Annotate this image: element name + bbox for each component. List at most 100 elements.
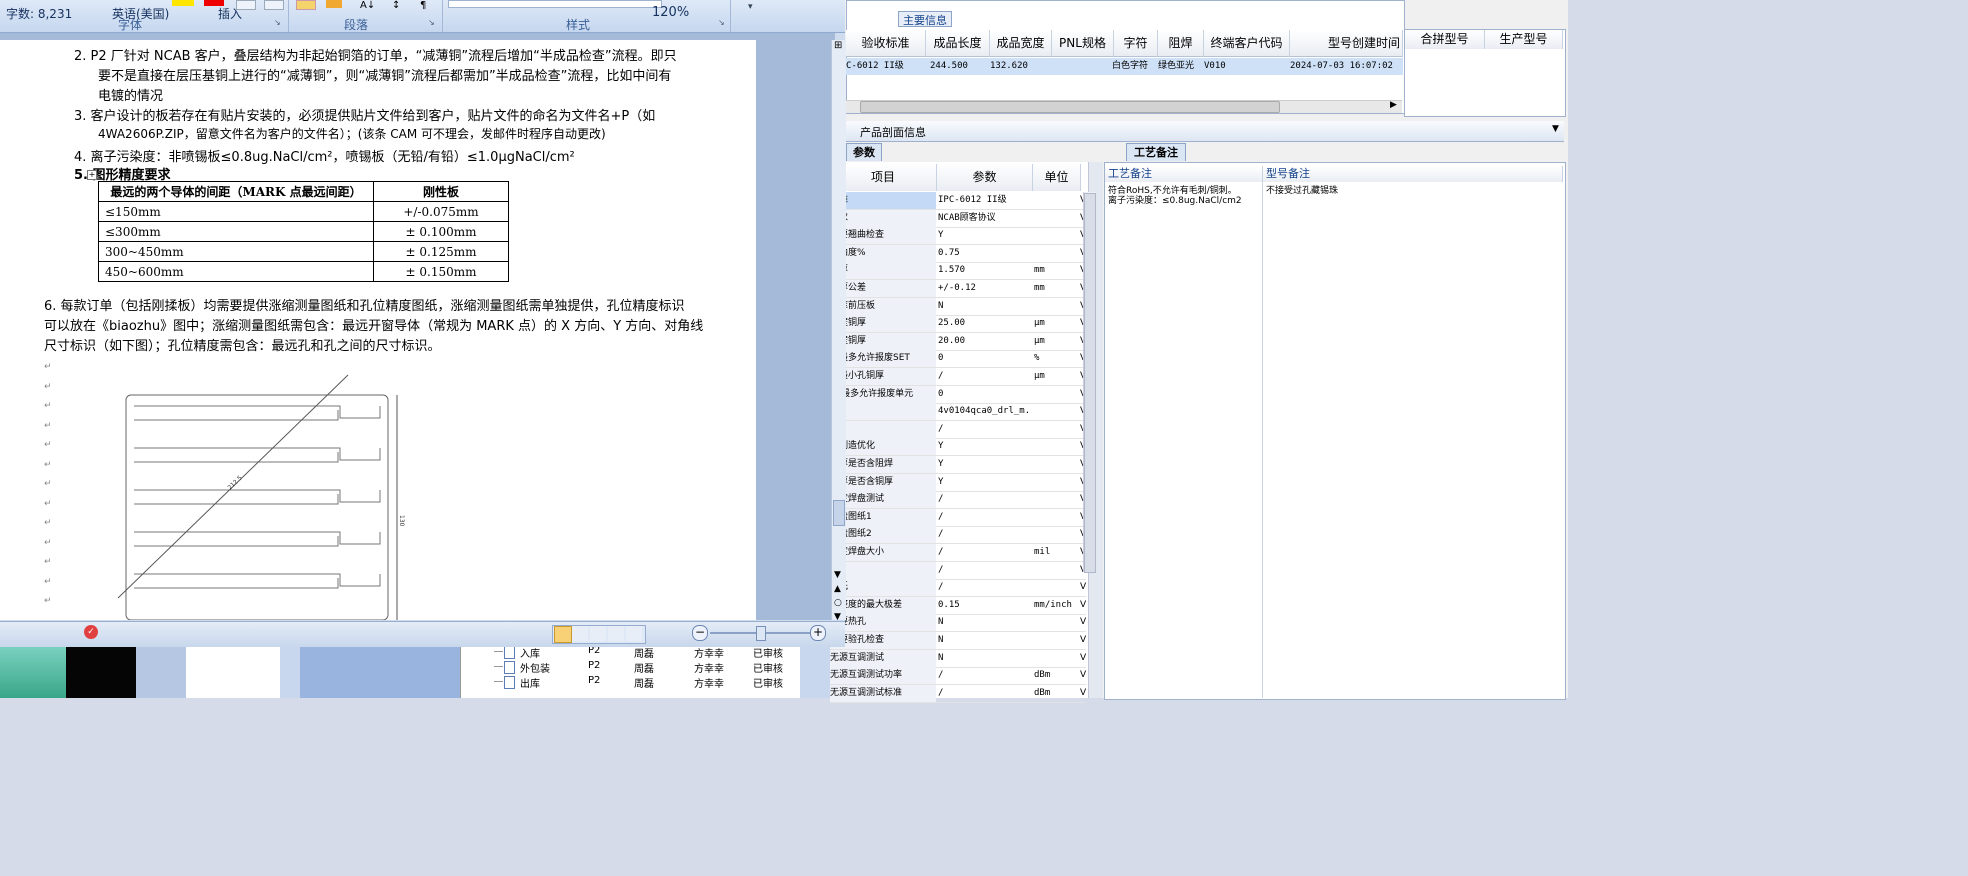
full-screen-icon[interactable]: [572, 626, 588, 641]
param-row[interactable]: 面/V: [830, 561, 1086, 580]
param-row[interactable]: 板厚是否含阻焊YV: [830, 456, 1086, 474]
param-row[interactable]: 板厚1.570mmV: [830, 262, 1086, 281]
table-move-handle-icon[interactable]: +: [87, 170, 97, 180]
craft-notes-col: 工艺备注: [1105, 166, 1263, 182]
col-production-model[interactable]: 生产型号: [1485, 30, 1563, 49]
dialog-launcher-icon[interactable]: ↘: [274, 18, 281, 27]
param-row[interactable]: 孔壁铜厚20.00μmV: [830, 332, 1086, 351]
param-value: 0: [938, 388, 944, 399]
table-cell: ≤300mm: [98, 221, 374, 242]
gallery-more-icon[interactable]: ▾: [748, 2, 753, 12]
param-col-unit[interactable]: 单位: [1033, 164, 1081, 191]
proofing-icon[interactable]: ✓: [84, 625, 98, 639]
param-row[interactable]: 翘曲度%0.75V: [830, 244, 1086, 263]
sort-icon[interactable]: A↓: [360, 0, 375, 11]
param-row[interactable]: 孔最小孔铜厚/μmV: [830, 368, 1086, 386]
zoom-out-icon[interactable]: −: [692, 625, 708, 641]
style-gallery[interactable]: [448, 0, 662, 8]
param-row[interactable]: 次最多允许报废SET0%V: [830, 350, 1086, 369]
param-row[interactable]: 需要验孔检查 N V: [830, 632, 1086, 650]
col-merge-model[interactable]: 合拼型号: [1405, 30, 1485, 49]
col-acceptance-standard[interactable]: 验收标准: [846, 30, 926, 57]
taskbar-thumbnail[interactable]: [300, 646, 460, 698]
taskbar-thumbnail[interactable]: [136, 646, 186, 698]
document-scrollbar[interactable]: [831, 40, 846, 620]
param-row[interactable]: 板厚公差+/-0.12mmV: [830, 280, 1086, 298]
scrollbar-thumb[interactable]: [1084, 193, 1096, 573]
param-row[interactable]: 可制造优化YV: [830, 438, 1086, 457]
col-width[interactable]: 成品宽度: [990, 30, 1052, 57]
zoom-in-icon[interactable]: +: [810, 625, 826, 641]
outline-icon[interactable]: [608, 626, 624, 641]
word-count[interactable]: 字数: 8,231: [6, 5, 72, 22]
tab-craft-notes[interactable]: 工艺备注: [1126, 143, 1186, 161]
scroll-right-icon[interactable]: ▶: [1390, 100, 1397, 110]
param-value: 20.00: [938, 335, 966, 346]
param-unit: mm: [1034, 265, 1045, 276]
print-layout-icon[interactable]: [554, 626, 572, 643]
taskbar-thumbnail-green[interactable]: [0, 646, 66, 698]
ribbon-button[interactable]: [264, 0, 284, 10]
collapse-icon[interactable]: ▼: [1552, 124, 1559, 134]
param-row[interactable]: 平整度的最大极差 0.15 mm/inch V: [830, 596, 1086, 615]
param-col-item[interactable]: 项目: [830, 164, 937, 191]
param-unit: mm/inch: [1034, 599, 1072, 610]
param-row[interactable]: 需要热孔 N V: [830, 614, 1086, 633]
show-marks-icon[interactable]: ¶: [420, 0, 426, 11]
param-unit: [1034, 245, 1078, 262]
col-soldermask[interactable]: 阻焊: [1158, 30, 1204, 57]
scroll-buttons[interactable]: ▼ ▲ ○ ▼: [834, 568, 842, 624]
param-row[interactable]: 入库前压板NV: [830, 297, 1086, 316]
param-row[interactable]: 无源互调测试功率 / dBm V: [830, 667, 1087, 686]
param-unit: [1034, 386, 1078, 403]
web-layout-icon[interactable]: [590, 626, 606, 641]
draft-icon[interactable]: [626, 626, 642, 641]
insert-mode[interactable]: 插入: [218, 5, 242, 22]
language-status[interactable]: 英语(美国): [112, 5, 169, 22]
zoom-slider-thumb[interactable]: [756, 626, 766, 641]
dialog-launcher-icon[interactable]: ↘: [718, 18, 725, 27]
param-flag: V: [1080, 687, 1087, 698]
taskbar-thumbnail[interactable]: [186, 646, 280, 698]
param-row[interactable]: 无源互调测试 N V: [830, 649, 1086, 668]
sort-az-icon[interactable]: ↕: [392, 0, 400, 11]
flow-cell: 方幸幸: [694, 664, 724, 675]
param-row[interactable]: 标准IPC-6012 II级V: [830, 192, 1086, 210]
param-row[interactable]: 邦定焊盘大小/milV: [830, 544, 1086, 562]
param-value: Y: [938, 441, 944, 452]
param-row[interactable]: 要求NCAB顾客协议V: [830, 209, 1086, 228]
col-legend[interactable]: 字符: [1114, 30, 1158, 57]
flow-cell: P2: [588, 660, 601, 671]
zoom-level[interactable]: 120%: [652, 5, 689, 20]
taskbar-thumbnail-black[interactable]: [66, 646, 136, 698]
param-row[interactable]: 板厚是否含铜厚YV: [830, 473, 1086, 492]
col-length[interactable]: 成品长度: [926, 30, 990, 57]
param-row[interactable]: ET最多允许报废单元0V: [830, 385, 1086, 404]
param-row[interactable]: 图2/V: [830, 420, 1086, 439]
param-row[interactable]: 焊盘图纸1/V: [830, 508, 1086, 527]
param-value: N: [938, 652, 944, 663]
dialog-launcher-icon[interactable]: ↘: [428, 18, 435, 27]
highlight-color-icon[interactable]: [172, 0, 194, 6]
col-pnl[interactable]: PNL规格: [1052, 30, 1114, 57]
scrollbar-thumb[interactable]: [860, 101, 1280, 113]
param-row[interactable]: 无源互调测试标准 / dBm V: [830, 684, 1087, 703]
col-created-time[interactable]: 型号创建时间: [1290, 30, 1403, 57]
col-customer-code[interactable]: 终端客户代码: [1204, 30, 1290, 57]
param-flag: V: [1080, 670, 1087, 681]
param-row[interactable]: 孔壁铜厚25.00μmV: [830, 315, 1086, 334]
cell-length: 244.500: [930, 61, 968, 71]
scrollbar-thumb[interactable]: [833, 500, 845, 526]
ruler-toggle-icon[interactable]: ⊞: [834, 40, 842, 51]
param-row[interactable]: 邦定焊盘测试/V: [830, 491, 1086, 510]
border-icon[interactable]: [326, 0, 342, 8]
tab-params[interactable]: 参数: [846, 143, 882, 161]
param-col-value[interactable]: 参数: [937, 164, 1033, 191]
param-row[interactable]: 图14v0104qca0_drl_m...V: [830, 403, 1086, 422]
shading-icon[interactable]: [296, 0, 316, 10]
param-unit: [1034, 562, 1078, 579]
param-row[interactable]: 焊盘图纸2/V: [830, 526, 1086, 545]
param-value: 0.15: [938, 599, 960, 610]
param-row[interactable]: 图纸/V: [830, 579, 1086, 598]
param-row[interactable]: 需要翘曲检查YV: [830, 227, 1086, 246]
